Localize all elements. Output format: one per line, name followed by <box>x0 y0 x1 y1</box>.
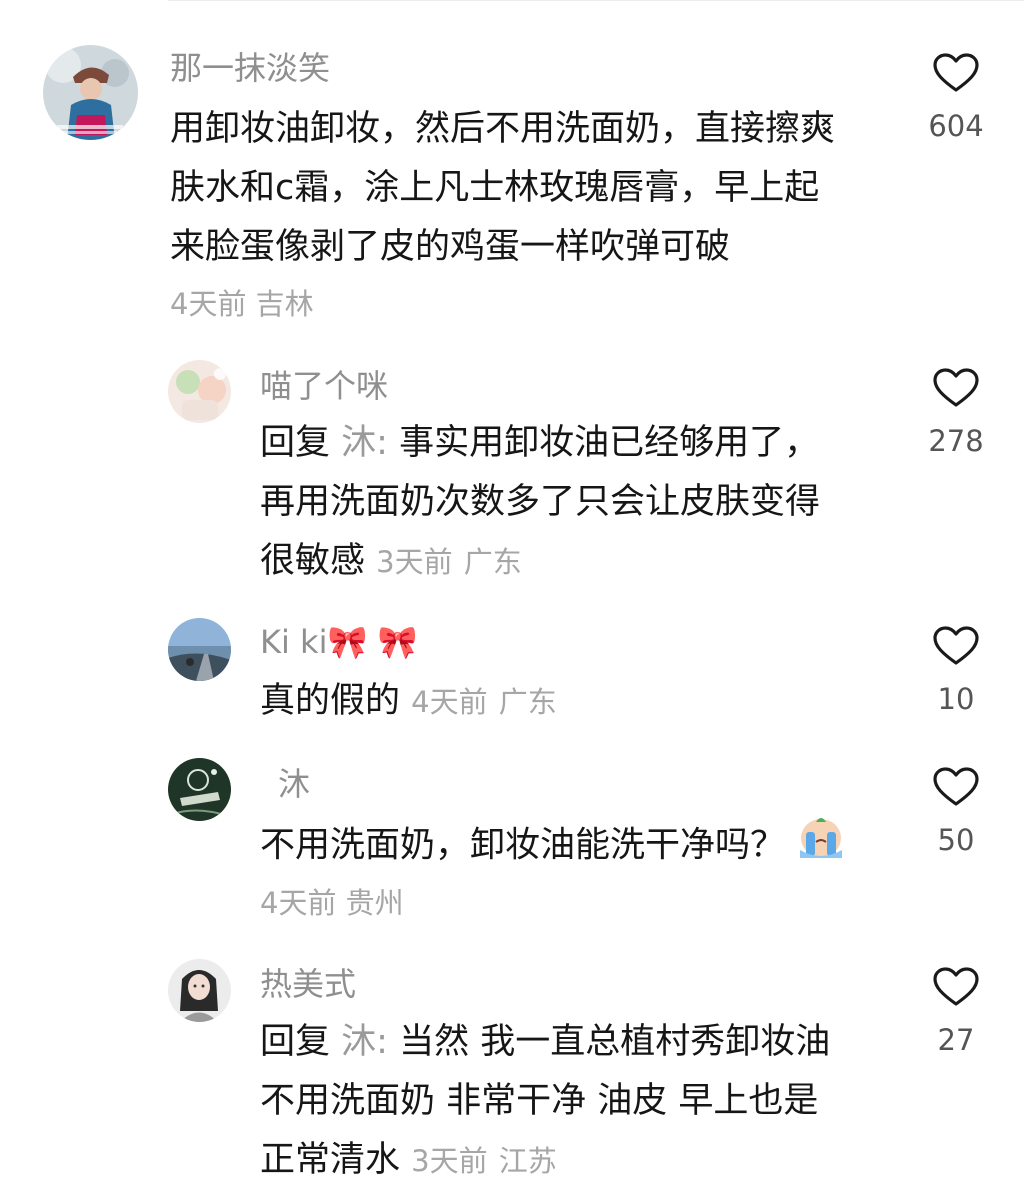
like-count: 278 <box>928 424 984 458</box>
comment-text-line: 来脸蛋像剥了皮的鸡蛋一样吹弹可破 <box>170 227 731 267</box>
comment-text-fragment: 不用洗面奶，卸妆油能洗干净吗？ <box>260 825 786 866</box>
comment-location: 吉林 <box>255 287 314 321</box>
comment-location: 广东 <box>463 545 522 579</box>
top-divider <box>168 0 1024 1</box>
heart-icon[interactable] <box>932 766 980 808</box>
comment-text: 回复 沐: 当然 我一直总植村秀卸妆油 不用洗面奶 非常干净 油皮 早上也是 正… <box>260 1013 900 1191</box>
comment-text-fragment: 当然 我一直总植村秀卸妆油 <box>399 1022 831 1062</box>
username[interactable]: 那一抹淡笑 <box>170 48 330 88</box>
comment-text: 回复 沐: 事实用卸妆油已经够用了， 再用洗面奶次数多了只会让皮肤变得 很敏感 … <box>260 414 900 592</box>
avatar[interactable] <box>168 618 231 681</box>
comment-location: 江苏 <box>498 1144 557 1178</box>
avatar[interactable] <box>43 45 138 140</box>
like-count: 604 <box>928 109 984 143</box>
comment-time: 4天前 <box>170 287 247 321</box>
comment-meta: 4天前 吉林 <box>170 284 314 324</box>
username[interactable]: 热美式 <box>260 964 356 1004</box>
like-count: 10 <box>937 682 975 716</box>
comment-text-fragment: 很敏感 <box>260 541 366 581</box>
comment-text-line: 用卸妆油卸妆，然后不用洗面奶，直接擦爽 <box>170 109 836 149</box>
username[interactable]: 喵了个咪 <box>260 366 388 406</box>
comment-text-line: 不用洗面奶 非常干净 油皮 早上也是 <box>260 1081 819 1121</box>
comment-time: 4天前 <box>260 886 337 920</box>
comment-text-line: 很敏感 3天前 广东 <box>260 532 900 592</box>
crying-face-emoji <box>796 814 846 879</box>
avatar[interactable] <box>168 758 231 821</box>
comment-location: 贵州 <box>345 886 404 920</box>
comment-text-line: 肤水和c霜，涂上凡士林玫瑰唇膏，早上起 <box>170 168 820 208</box>
heart-icon[interactable] <box>932 367 980 409</box>
reply-label: 回复 <box>260 1022 331 1062</box>
username[interactable]: 沐 <box>278 764 310 804</box>
comment-text-line: 回复 沐: 事实用卸妆油已经够用了， <box>260 414 900 473</box>
comment-text-fragment: 事实用卸妆油已经够用了， <box>399 423 820 463</box>
heart-icon[interactable] <box>932 625 980 667</box>
comment-location: 广东 <box>498 685 557 719</box>
comment-text-fragment: 真的假的 <box>260 681 401 721</box>
comment-time: 3天前 <box>411 1144 488 1178</box>
username-text: Ki ki <box>260 623 328 661</box>
username[interactable]: Ki ki🎀 🎀 <box>260 622 417 662</box>
avatar[interactable] <box>168 360 231 423</box>
comment-text-line: 不用洗面奶，卸妆油能洗干净吗？ <box>260 814 900 879</box>
like-count: 50 <box>937 823 975 857</box>
heart-icon[interactable] <box>932 966 980 1008</box>
reply-target[interactable]: 沐: <box>341 1022 388 1062</box>
comment-text: 真的假的 4天前 广东 <box>260 672 900 732</box>
comment-text-fragment: 正常清水 <box>260 1140 401 1180</box>
comment-time: 4天前 <box>411 685 488 719</box>
reply-target[interactable]: 沐: <box>341 423 388 463</box>
reply-label: 回复 <box>260 423 331 463</box>
avatar[interactable] <box>168 959 231 1022</box>
comment-time: 3天前 <box>376 545 453 579</box>
comment-text-line: 再用洗面奶次数多了只会让皮肤变得 <box>260 482 821 522</box>
heart-icon[interactable] <box>932 52 980 94</box>
comment-text: 用卸妆油卸妆，然后不用洗面奶，直接擦爽 肤水和c霜，涂上凡士林玫瑰唇膏，早上起 … <box>170 100 900 277</box>
comment-text-line: 真的假的 4天前 广东 <box>260 672 900 732</box>
comment-text-line: 正常清水 3天前 江苏 <box>260 1131 900 1191</box>
username-emoji: 🎀 🎀 <box>327 623 418 661</box>
comment-text-line: 回复 沐: 当然 我一直总植村秀卸妆油 <box>260 1013 900 1072</box>
comment-meta: 4天前 贵州 <box>260 883 404 923</box>
comment-text: 不用洗面奶，卸妆油能洗干净吗？ <box>260 814 900 879</box>
like-count: 27 <box>937 1023 975 1057</box>
